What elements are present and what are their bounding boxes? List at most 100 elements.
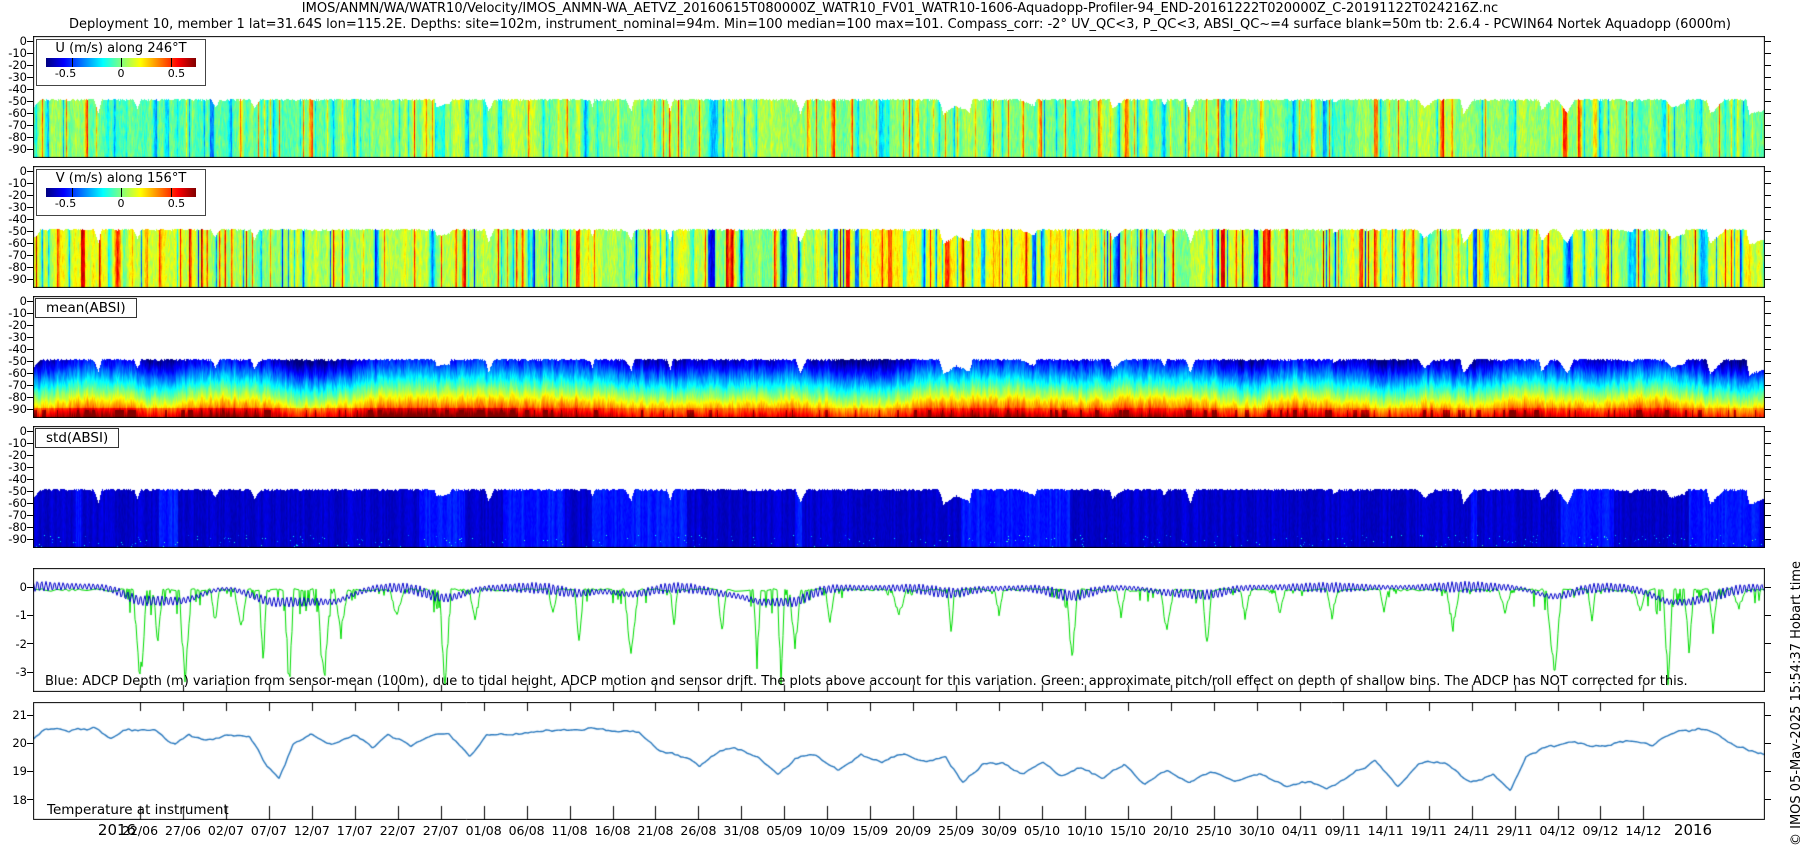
- y-tick-mark: [27, 101, 33, 102]
- y-tick-mark: [1765, 255, 1771, 256]
- y-tick-mark: [27, 267, 33, 268]
- y-tick-mark: [1765, 455, 1771, 456]
- y-tick-mark: [27, 337, 33, 338]
- x-axis-date-labels: 22/0627/0602/0707/0712/0717/0722/0727/07…: [33, 823, 1765, 845]
- y-tick-mark: [1765, 361, 1771, 362]
- y-tick-mark: [1765, 219, 1771, 220]
- y-tick-label: -90: [0, 402, 27, 416]
- std-absi-heatmap-canvas: [33, 426, 1765, 548]
- y-tick-mark: [27, 587, 33, 588]
- y-tick-label: -2: [0, 637, 27, 651]
- y-tick-mark: [1765, 337, 1771, 338]
- u-colorbar-legend: U (m/s) along 246°T -0.5 0 0.5: [36, 39, 206, 86]
- y-tick-mark: [27, 113, 33, 114]
- u-velocity-heatmap-canvas: [33, 36, 1765, 158]
- y-tick-mark: [1765, 301, 1771, 302]
- y-tick-mark: [27, 539, 33, 540]
- y-tick-mark: [1765, 231, 1771, 232]
- y-tick-mark: [27, 77, 33, 78]
- y-tick-mark: [27, 325, 33, 326]
- u-colorbar-tickmark: [72, 58, 73, 67]
- y-tick-mark: [1765, 539, 1771, 540]
- y-tick-mark: [27, 171, 33, 172]
- y-tick-mark: [1765, 479, 1771, 480]
- y-tick-mark: [27, 183, 33, 184]
- y-tick-mark: [1765, 207, 1771, 208]
- y-tick-label: 19: [0, 764, 27, 778]
- y-tick-mark: [1765, 587, 1771, 588]
- y-tick-mark: [27, 313, 33, 314]
- y-tick-mark: [1765, 313, 1771, 314]
- y-tick-label: 21: [0, 708, 27, 722]
- y-tick-mark: [27, 527, 33, 528]
- u-colorbar-tick-label: 0: [118, 67, 125, 80]
- y-tick-label: -90: [0, 532, 27, 546]
- y-tick-mark: [27, 672, 33, 673]
- y-tick-mark: [27, 41, 33, 42]
- x-axis-year-start: 2016: [82, 821, 152, 839]
- y-tick-mark: [1765, 89, 1771, 90]
- u-colorbar-tickmark: [171, 58, 172, 67]
- panel-v-velocity: V (m/s) along 156°T -0.5 0 0.5 0-10-20-3…: [33, 166, 1765, 288]
- y-tick-mark: [27, 743, 33, 744]
- y-tick-mark: [27, 301, 33, 302]
- y-tick-mark: [27, 443, 33, 444]
- v-colorbar-tick-label: 0.5: [168, 197, 186, 210]
- y-tick-mark: [1765, 743, 1771, 744]
- y-tick-mark: [27, 643, 33, 644]
- y-tick-mark: [27, 615, 33, 616]
- panel-std-absi: std(ABSI) 0-10-20-30-40-50-60-70-80-90: [33, 426, 1765, 548]
- y-tick-mark: [1765, 397, 1771, 398]
- y-tick-mark: [1765, 771, 1771, 772]
- v-colorbar-legend: V (m/s) along 156°T -0.5 0 0.5: [36, 169, 206, 216]
- v-colorbar-title: V (m/s) along 156°T: [37, 171, 205, 186]
- y-tick-mark: [1765, 243, 1771, 244]
- y-tick-mark: [27, 149, 33, 150]
- y-tick-mark: [1765, 195, 1771, 196]
- panel-depth-variation: Blue: ADCP Depth (m) variation from sens…: [33, 568, 1765, 692]
- y-tick-mark: [1765, 279, 1771, 280]
- panel-mean-absi: mean(ABSI) 0-10-20-30-40-50-60-70-80-90: [33, 296, 1765, 418]
- y-tick-mark: [27, 361, 33, 362]
- panel-u-velocity: U (m/s) along 246°T -0.5 0 0.5 0-10-20-3…: [33, 36, 1765, 158]
- y-tick-mark: [27, 349, 33, 350]
- mean-absi-heatmap-canvas: [33, 296, 1765, 418]
- v-colorbar-gradient: [46, 188, 196, 197]
- v-colorbar-tick-label: -0.5: [55, 197, 76, 210]
- y-tick-label: 18: [0, 793, 27, 807]
- y-tick-mark: [1765, 77, 1771, 78]
- u-colorbar-tick-label: -0.5: [55, 67, 76, 80]
- y-tick-mark: [1765, 137, 1771, 138]
- y-tick-mark: [27, 53, 33, 54]
- v-velocity-heatmap-canvas: [33, 166, 1765, 288]
- y-tick-mark: [1765, 373, 1771, 374]
- v-colorbar-tickmark: [121, 188, 122, 197]
- y-tick-mark: [27, 125, 33, 126]
- panel-temperature: Temperature at instrument 21201918: [33, 702, 1765, 820]
- y-tick-mark: [27, 431, 33, 432]
- y-tick-mark: [1765, 715, 1771, 716]
- v-colorbar-tick-labels: -0.5 0 0.5: [37, 197, 205, 210]
- v-colorbar-tickmark: [72, 188, 73, 197]
- y-tick-mark: [1765, 527, 1771, 528]
- y-tick-mark: [1765, 672, 1771, 673]
- y-tick-mark: [27, 479, 33, 480]
- y-tick-mark: [1765, 491, 1771, 492]
- y-tick-mark: [1765, 325, 1771, 326]
- y-tick-mark: [1765, 101, 1771, 102]
- y-tick-mark: [1765, 515, 1771, 516]
- y-tick-mark: [27, 385, 33, 386]
- y-tick-mark: [1765, 799, 1771, 800]
- y-tick-label: -90: [0, 272, 27, 286]
- y-tick-mark: [27, 503, 33, 504]
- y-tick-mark: [27, 195, 33, 196]
- u-colorbar-title: U (m/s) along 246°T: [37, 41, 205, 56]
- y-tick-mark: [27, 65, 33, 66]
- y-tick-mark: [1765, 349, 1771, 350]
- y-tick-mark: [27, 207, 33, 208]
- y-tick-mark: [27, 467, 33, 468]
- y-tick-mark: [1765, 53, 1771, 54]
- figure-title-filename: IMOS/ANMN/WA/WATR10/Velocity/IMOS_ANMN-W…: [0, 1, 1800, 16]
- y-tick-mark: [27, 397, 33, 398]
- std-absi-label: std(ABSI): [35, 428, 119, 448]
